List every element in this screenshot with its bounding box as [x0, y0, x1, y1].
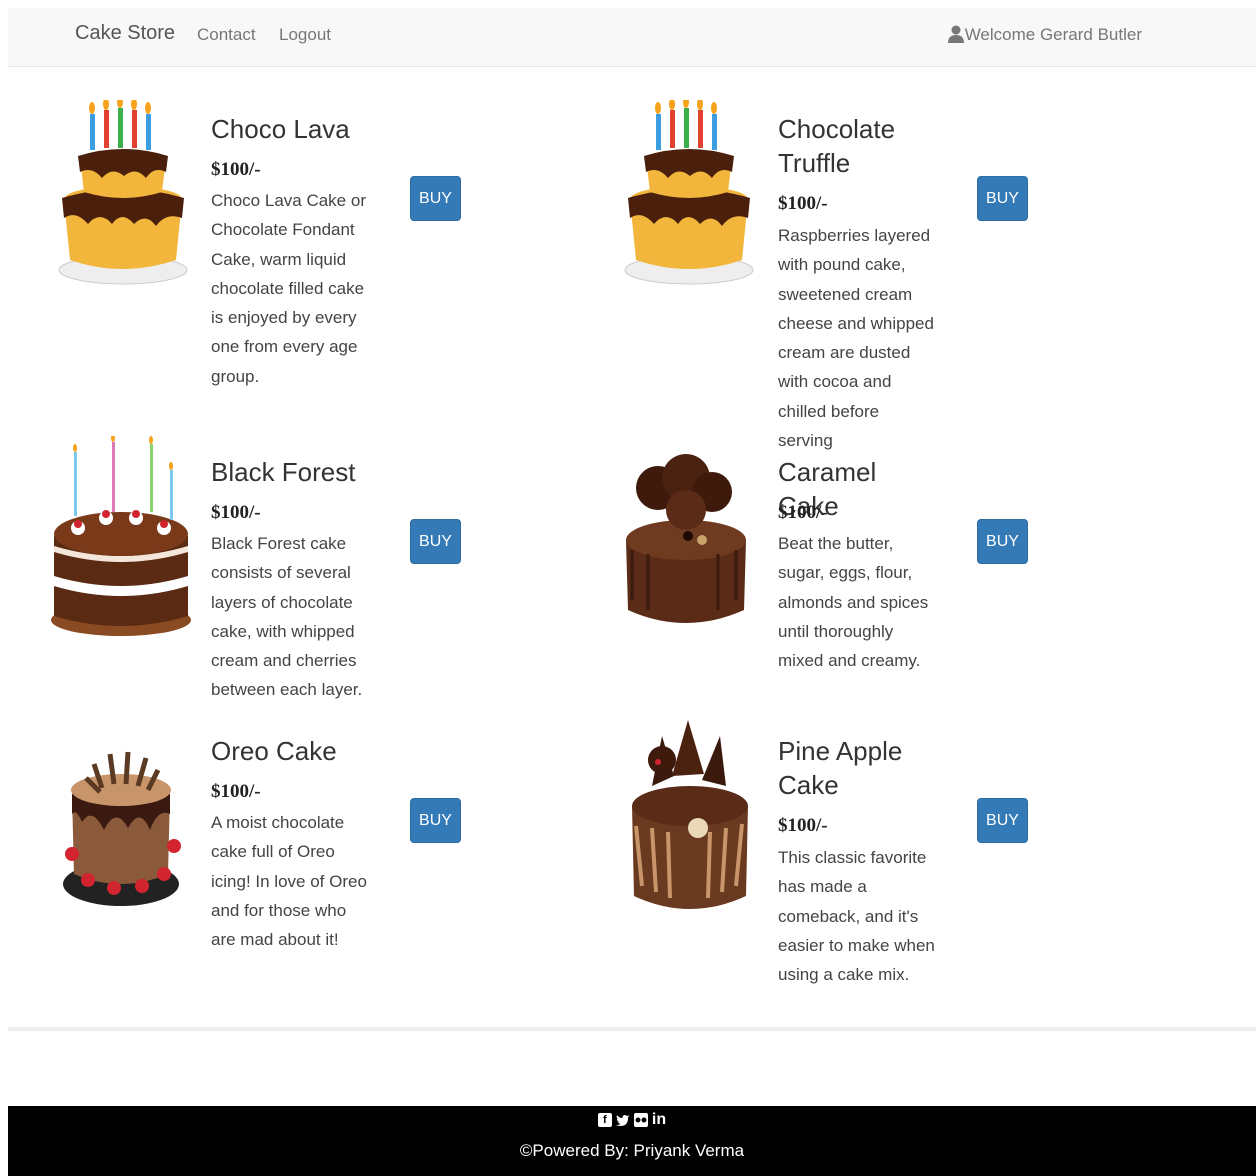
product-price: $100/- — [778, 502, 828, 523]
product-description: A moist chocolate cake full of Oreo icin… — [211, 813, 367, 950]
buy-button[interactable]: BUY — [977, 519, 1028, 564]
flickr-icon[interactable] — [633, 1113, 648, 1127]
cake-image — [626, 454, 746, 623]
product-description: Black Forest cake consists of several la… — [211, 534, 363, 700]
navbar: Cake Store Contact Logout Welcome Gerard… — [8, 8, 1256, 67]
product-title: Choco Lava — [211, 114, 350, 144]
product-price: $100/- — [211, 781, 261, 802]
buy-button[interactable]: BUY — [410, 519, 461, 564]
buy-button[interactable]: BUY — [977, 176, 1028, 221]
brand-link[interactable]: Cake Store — [75, 22, 175, 45]
linkedin-icon[interactable]: in — [652, 1111, 666, 1128]
buy-button[interactable]: BUY — [410, 176, 461, 221]
product-price: $100/- — [778, 193, 828, 214]
facebook-icon[interactable]: f — [597, 1113, 612, 1127]
product-title: Chocolate Truffle — [778, 114, 896, 178]
powered-by-text: ©Powered By: Priyank Verma — [519, 1141, 745, 1160]
buy-button[interactable]: BUY — [977, 798, 1028, 843]
cake-image — [51, 436, 191, 636]
cake-image — [58, 100, 188, 285]
product-title: Oreo Cake — [211, 736, 337, 766]
buy-button[interactable]: BUY — [410, 798, 461, 843]
cake-image — [632, 720, 748, 909]
welcome-text: Welcome Gerard Butler — [964, 25, 1142, 44]
product-description: This classic favorite has made a comebac… — [778, 848, 935, 985]
welcome-user[interactable]: Welcome Gerard Butler — [947, 25, 1142, 45]
nav-logout-link[interactable]: Logout — [279, 25, 331, 45]
nav-contact-link[interactable]: Contact — [197, 25, 256, 45]
divider — [8, 1027, 1256, 1031]
twitter-icon[interactable] — [615, 1113, 630, 1127]
user-icon — [947, 25, 964, 43]
product-description: Raspberries layered with pound cake, swe… — [778, 226, 934, 451]
cake-image — [63, 751, 181, 906]
product-description: Beat the butter, sugar, eggs, flour, alm… — [778, 534, 929, 671]
product-price: $100/- — [211, 159, 261, 180]
product-price: $100/- — [778, 815, 828, 836]
product-description: Choco Lava Cake or Chocolate Fondant Cak… — [211, 191, 366, 386]
product-title: Black Forest — [211, 457, 356, 487]
footer: f in ©Powered By: Priyank Verma — [8, 1106, 1256, 1176]
social-links: f in — [8, 1111, 1256, 1128]
product-price: $100/- — [211, 502, 261, 523]
product-title: Pine Apple Cake — [778, 736, 903, 800]
cake-image — [624, 100, 754, 285]
